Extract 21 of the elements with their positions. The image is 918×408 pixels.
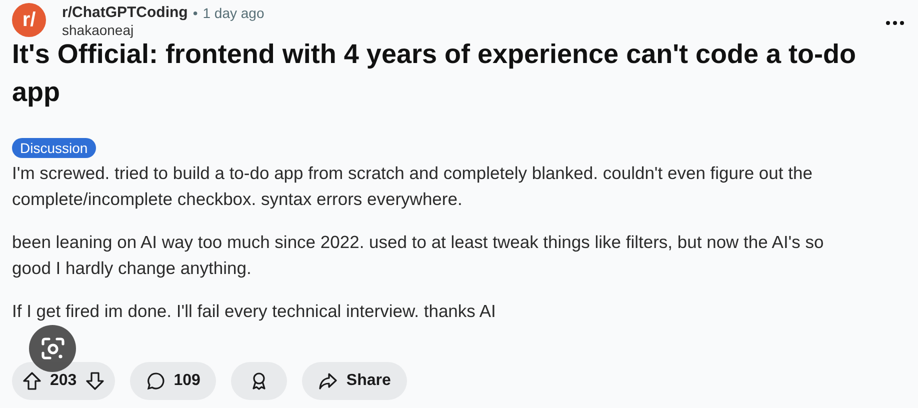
flair-tag[interactable]: Discussion xyxy=(12,138,96,158)
share-button[interactable]: Share xyxy=(302,362,407,400)
comments-button[interactable]: 109 xyxy=(130,362,216,400)
more-icon xyxy=(886,21,904,25)
lens-button[interactable] xyxy=(29,325,76,372)
upvote-icon[interactable] xyxy=(22,371,42,391)
community-name[interactable]: r/ChatGPTCoding xyxy=(62,4,188,21)
post-paragraph: If I get fired im done. I'll fail every technical interview. thanks AI xyxy=(12,300,497,323)
comment-icon xyxy=(146,371,166,391)
lens-icon xyxy=(40,336,66,362)
post-paragraph: been leaning on AI way too much since 2022. used to at least tweak things like filters, but now the AI's so good I hardly change anything. xyxy=(12,231,825,280)
post-paragraph: I'm screwed. tried to build a to-do app from scratch and completely blanked. couldn't even figure out the complete/incomplete checkbox. syntax errors everywhere. xyxy=(12,162,814,211)
post-time: 1 day ago xyxy=(202,4,264,20)
author-name[interactable]: shakaoneaj xyxy=(62,22,884,38)
vote-count: 203 xyxy=(50,372,77,390)
post-title: It's Official: frontend with 4 years of experience can't code a to-do app xyxy=(12,38,858,109)
separator-dot: • xyxy=(192,4,198,20)
share-icon xyxy=(318,371,338,391)
downvote-icon[interactable] xyxy=(84,371,105,391)
award-button[interactable] xyxy=(231,362,288,400)
community-avatar[interactable]: r/ xyxy=(12,3,46,37)
